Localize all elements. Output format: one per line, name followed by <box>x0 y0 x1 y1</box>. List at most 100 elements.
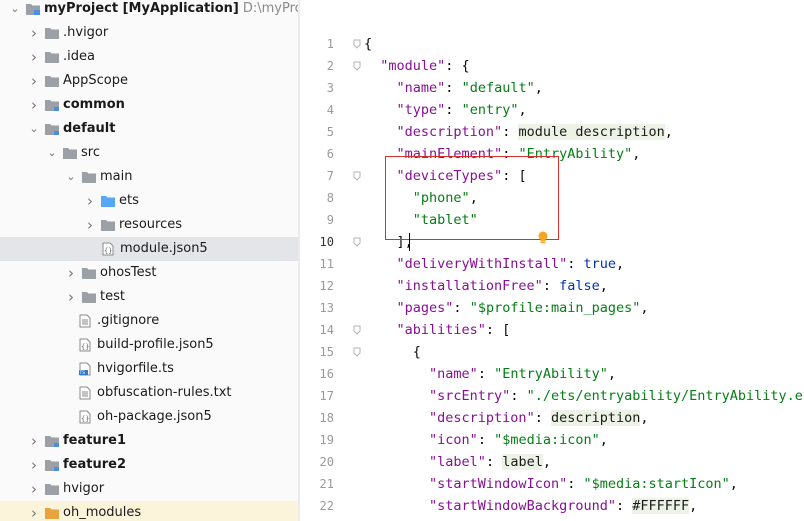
code-line[interactable]: "deliveryWithInstall": true, <box>364 253 625 275</box>
chevron-right-icon[interactable]: › <box>83 189 97 213</box>
tree-item-oh-modules[interactable]: › oh_modules <box>0 501 298 521</box>
tree-item-hvigor[interactable]: › hvigor <box>0 477 298 501</box>
tree-item-ohostest[interactable]: › ohosTest <box>0 261 298 285</box>
tree-item-common[interactable]: › common <box>0 93 298 117</box>
chevron-right-icon[interactable]: › <box>64 285 78 309</box>
tree-item-label: .idea <box>63 49 95 64</box>
tree-item-label: hvigor <box>63 481 105 496</box>
tree-item-hvigor[interactable]: › .hvigor <box>0 21 298 45</box>
code-line[interactable]: "pages": "$profile:main_pages", <box>364 297 649 319</box>
folder-icon <box>44 482 60 500</box>
chevron-down-icon[interactable]: ⌄ <box>8 0 22 21</box>
tree-item-label: AppScope <box>63 73 128 88</box>
json5-file-icon: {} <box>78 410 92 428</box>
tree-item-label: oh-package.json5 <box>97 409 212 424</box>
chevron-right-icon[interactable]: › <box>27 21 41 45</box>
code-line[interactable]: "installationFree": false, <box>364 275 608 297</box>
line-number: 12 <box>319 279 334 293</box>
ts-file-icon: TS <box>78 362 92 380</box>
line-number: 19 <box>319 433 334 447</box>
json5-file-icon: {} <box>78 338 92 356</box>
fold-marker-icon[interactable] <box>352 55 362 77</box>
code-line[interactable]: "startWindowBackground": #FFFFFF, <box>364 495 697 517</box>
code-line[interactable]: { <box>364 33 372 55</box>
svg-text:{}: {} <box>81 343 89 351</box>
code-editor[interactable]: 1 {2 "module": {3 "name": "default", 4 "ty… <box>300 0 804 521</box>
code-line[interactable]: "startWindowIcon": "$media:startIcon", <box>364 473 738 495</box>
tree-item-obfuscation-rules-txt[interactable]: obfuscation-rules.txt <box>0 381 298 405</box>
device-types-highlight-box <box>385 156 559 240</box>
chevron-right-icon[interactable]: › <box>83 213 97 237</box>
chevron-right-icon[interactable]: › <box>27 93 41 117</box>
tree-item-oh-package-json5[interactable]: {} oh-package.json5 <box>0 405 298 429</box>
tree-item-ets[interactable]: › ets <box>0 189 298 213</box>
tree-item-label: obfuscation-rules.txt <box>97 385 232 400</box>
tree-item-idea[interactable]: › .idea <box>0 45 298 69</box>
tree-item-module-json5[interactable]: {} module.json5 <box>0 237 298 261</box>
fold-marker-icon[interactable] <box>352 231 362 253</box>
code-line[interactable]: { <box>364 341 421 363</box>
tree-item-hvigorfile-ts[interactable]: TS hvigorfile.ts <box>0 357 298 381</box>
tree-item-main[interactable]: ⌄ main <box>0 165 298 189</box>
tree-item-appscope[interactable]: › AppScope <box>0 69 298 93</box>
chevron-right-icon[interactable]: › <box>27 45 41 69</box>
line-number: 14 <box>319 323 334 337</box>
source-folder-icon <box>100 194 116 212</box>
tree-item-label: build-profile.json5 <box>97 337 214 352</box>
chevron-down-icon[interactable]: ⌄ <box>27 117 41 141</box>
code-line[interactable]: "description": description, <box>364 407 649 429</box>
folder-icon <box>81 266 97 284</box>
folder-icon <box>44 26 60 44</box>
tree-item-myproject-myapplication[interactable]: ⌄ myProject [MyApplication]D:\myProject <box>0 0 298 21</box>
tree-item-label: .hvigor <box>63 25 109 40</box>
module-folder-icon <box>44 98 60 116</box>
tree-item-feature2[interactable]: › feature2 <box>0 453 298 477</box>
tree-item-label: oh_modules <box>63 505 142 520</box>
chevron-right-icon[interactable]: › <box>27 477 41 501</box>
code-line[interactable]: "srcEntry": "./ets/entryability/EntryAbi… <box>364 385 804 407</box>
tree-item-test[interactable]: › test <box>0 285 298 309</box>
folder-icon <box>62 146 78 164</box>
chevron-down-icon[interactable]: ⌄ <box>45 141 59 165</box>
code-line[interactable]: "name": "default", <box>364 77 543 99</box>
chevron-right-icon[interactable]: › <box>27 69 41 93</box>
text-caret <box>409 233 410 251</box>
chevron-right-icon[interactable]: › <box>27 501 41 521</box>
fold-marker-icon[interactable] <box>352 341 362 363</box>
text-file-icon <box>78 314 92 332</box>
line-number: 20 <box>319 455 334 469</box>
code-line[interactable]: "module": { <box>364 55 469 77</box>
tree-item-gitignore[interactable]: .gitignore <box>0 309 298 333</box>
code-line[interactable]: "label": label, <box>364 451 551 473</box>
tree-item-src[interactable]: ⌄ src <box>0 141 298 165</box>
line-number: 15 <box>319 345 334 359</box>
code-line[interactable]: "abilities": [ <box>364 319 511 341</box>
line-number: 6 <box>326 147 334 161</box>
fold-marker-icon[interactable] <box>352 319 362 341</box>
bulb-icon[interactable] <box>537 231 549 249</box>
fold-marker-icon[interactable] <box>352 165 362 187</box>
tree-item-label: feature2 <box>63 457 126 472</box>
chevron-right-icon[interactable]: › <box>64 261 78 285</box>
tree-item-feature1[interactable]: › feature1 <box>0 429 298 453</box>
tree-item-build-profile-json5[interactable]: {} build-profile.json5 <box>0 333 298 357</box>
tree-item-default[interactable]: ⌄ default <box>0 117 298 141</box>
fold-marker-icon[interactable] <box>352 33 362 55</box>
chevron-right-icon[interactable]: › <box>27 453 41 477</box>
code-line[interactable]: "type": "entry", <box>364 99 527 121</box>
tree-item-label: myProject [MyApplication]D:\myProject <box>44 0 298 21</box>
tree-item-label: .gitignore <box>97 313 160 328</box>
code-line[interactable]: "description": module description, <box>364 121 673 143</box>
code-line[interactable]: "name": "EntryAbility", <box>364 363 616 385</box>
tree-item-resources[interactable]: › resources <box>0 213 298 237</box>
line-number: 5 <box>326 125 334 139</box>
line-number: 18 <box>319 411 334 425</box>
line-number: 22 <box>319 499 334 513</box>
project-tree-panel: ⌄myProject [MyApplication]D:\myProject›.… <box>0 0 298 521</box>
line-number: 8 <box>326 191 334 205</box>
tree-item-label: default <box>63 121 116 136</box>
chevron-right-icon[interactable]: › <box>27 429 41 453</box>
tree-item-label: ohosTest <box>100 265 157 280</box>
chevron-down-icon[interactable]: ⌄ <box>64 165 78 189</box>
code-line[interactable]: "icon": "$media:icon", <box>364 429 608 451</box>
